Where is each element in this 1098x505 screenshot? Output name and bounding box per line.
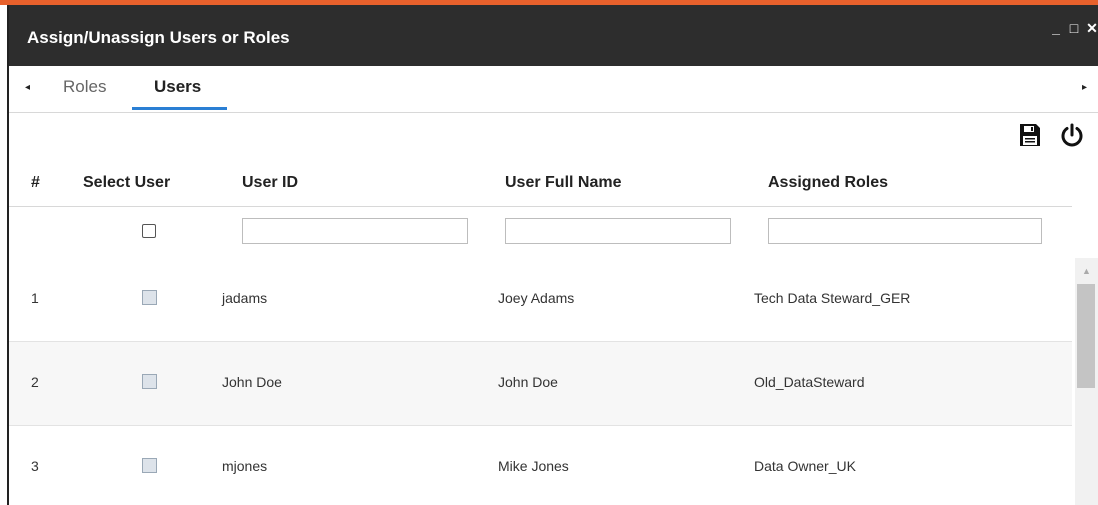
user-full-name-cell: Joey Adams — [498, 290, 575, 306]
toolbar — [9, 113, 1098, 159]
tab-users[interactable]: Users — [154, 77, 201, 97]
vertical-scrollbar[interactable]: ▲ — [1075, 258, 1098, 505]
table-header-row: # Select User User ID User Full Name Ass… — [9, 160, 1072, 207]
scrollbar-thumb[interactable] — [1077, 284, 1095, 388]
dialog-title-bar[interactable]: Assign/Unassign Users or Roles _ □ ✕ — [9, 5, 1098, 66]
assigned-roles-cell: Tech Data Steward_GER — [754, 290, 911, 306]
filter-row — [9, 207, 1072, 257]
column-header-user-full-name[interactable]: User Full Name — [505, 174, 621, 192]
assigned-roles-cell: Old_DataSteward — [754, 374, 865, 390]
minimize-icon[interactable]: _ — [1050, 20, 1062, 37]
tab-roles[interactable]: Roles — [63, 77, 106, 97]
user-id-cell: jadams — [222, 290, 268, 306]
close-icon[interactable]: ✕ — [1086, 20, 1098, 37]
save-icon[interactable] — [1019, 123, 1041, 147]
column-header-number: # — [31, 174, 40, 191]
active-tab-indicator — [132, 107, 227, 110]
assigned-roles-filter-input[interactable] — [768, 218, 1042, 244]
table-body: 1 jadams Joey Adams Tech Data Steward_GE… — [9, 258, 1072, 505]
column-header-assigned-roles[interactable]: Assigned Roles — [768, 174, 888, 192]
select-all-checkbox[interactable] — [142, 224, 156, 238]
user-id-filter-input[interactable] — [242, 218, 468, 244]
row-number: 2 — [31, 374, 39, 390]
dialog-title: Assign/Unassign Users or Roles — [27, 28, 290, 47]
row-select-checkbox[interactable] — [142, 374, 157, 389]
table-row[interactable]: 2 John Doe John Doe Old_DataSteward — [9, 342, 1072, 426]
row-select-checkbox[interactable] — [142, 458, 157, 473]
user-full-name-cell: John Doe — [498, 374, 558, 390]
tab-scroll-right-icon[interactable]: ▸ — [1082, 82, 1087, 93]
user-id-cell: mjones — [222, 458, 268, 474]
row-number: 1 — [31, 290, 39, 306]
user-full-name-filter-input[interactable] — [505, 218, 731, 244]
tab-scroll-left-icon[interactable]: ◂ — [25, 82, 30, 93]
maximize-icon[interactable]: □ — [1068, 20, 1080, 37]
column-header-select-user[interactable]: Select User — [83, 174, 170, 192]
row-number: 3 — [31, 458, 39, 474]
scroll-up-icon[interactable]: ▲ — [1082, 266, 1091, 276]
table-row[interactable]: 3 mjones Mike Jones Data Owner_UK — [9, 426, 1072, 505]
window-controls: _ □ ✕ — [1050, 20, 1098, 37]
row-select-checkbox[interactable] — [142, 290, 157, 305]
assigned-roles-cell: Data Owner_UK — [754, 458, 856, 474]
table-row[interactable]: 1 jadams Joey Adams Tech Data Steward_GE… — [9, 258, 1072, 342]
tab-bar: ◂ Roles Users ▸ — [9, 66, 1098, 113]
user-id-cell: John Doe — [222, 374, 282, 390]
column-header-user-id[interactable]: User ID — [242, 174, 298, 192]
user-full-name-cell: Mike Jones — [498, 458, 569, 474]
power-icon[interactable] — [1060, 123, 1084, 147]
